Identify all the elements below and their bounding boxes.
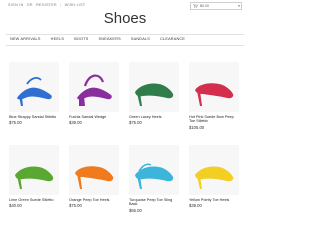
cart-total: $0.00 bbox=[200, 4, 209, 8]
product-card[interactable]: Hot Pink Suede Bow Peep Toe Stiletto $10… bbox=[189, 62, 239, 130]
product-card[interactable]: Fuchia Sandal Wedge $39.00 bbox=[69, 62, 119, 125]
product-name[interactable]: Orange Peep Toe Heels bbox=[69, 198, 119, 202]
high-heel-shoe-icon bbox=[135, 83, 174, 106]
product-card[interactable]: Green Lacey Heels $75.00 bbox=[129, 62, 179, 125]
divider: | bbox=[60, 3, 62, 7]
high-heel-shoe-icon bbox=[195, 83, 234, 106]
category-nav: NEW ARRIVALS HEELS BOOTS SNEAKERS SANDAL… bbox=[10, 37, 194, 41]
high-heel-shoe-icon bbox=[135, 163, 174, 189]
nav-item-new-arrivals[interactable]: NEW ARRIVALS bbox=[10, 37, 41, 41]
high-heel-shoe-icon bbox=[195, 166, 234, 189]
product-price: $105.00 bbox=[189, 124, 205, 130]
account-links: SIGN IN OR REGISTER | WISH LIST bbox=[8, 3, 87, 7]
product-image[interactable] bbox=[9, 62, 59, 112]
cart-button[interactable]: $0.00 ▼ bbox=[190, 2, 242, 10]
page-title: Shoes bbox=[103, 10, 147, 27]
product-card[interactable]: Lime Green Suede Stiletto $40.00 bbox=[9, 145, 59, 208]
product-image[interactable] bbox=[129, 62, 179, 112]
nav-item-clearance[interactable]: CLEARANCE bbox=[160, 37, 185, 41]
product-card[interactable]: Orange Peep Toe Heels $75.00 bbox=[69, 145, 119, 208]
sign-in-link[interactable]: SIGN IN bbox=[8, 3, 23, 7]
product-name[interactable]: Green Lacey Heels bbox=[129, 115, 179, 119]
nav-divider-top bbox=[6, 34, 244, 35]
product-price: $75.00 bbox=[9, 120, 22, 126]
or-text: OR bbox=[26, 3, 33, 7]
product-name[interactable]: Yellow Pointy Toe Heels bbox=[189, 198, 239, 202]
product-image[interactable] bbox=[189, 145, 239, 195]
register-link[interactable]: REGISTER bbox=[36, 3, 57, 7]
product-name[interactable]: Hot Pink Suede Bow Peep Toe Stiletto bbox=[189, 115, 239, 124]
product-price: $39.00 bbox=[69, 120, 82, 126]
high-heel-shoe-icon bbox=[15, 166, 54, 189]
product-card[interactable]: Yellow Pointy Toe Heels $39.00 bbox=[189, 145, 239, 208]
product-name[interactable]: Turquoise Peep Toe Sling Back bbox=[129, 198, 179, 207]
nav-item-heels[interactable]: HEELS bbox=[51, 37, 64, 41]
product-price: $75.00 bbox=[129, 120, 142, 126]
chevron-down-icon: ▼ bbox=[237, 4, 241, 8]
nav-item-sneakers[interactable]: SNEAKERS bbox=[99, 37, 121, 41]
product-price: $55.00 bbox=[129, 207, 142, 213]
product-name[interactable]: Blue Strappy Sandal Stiletto bbox=[9, 115, 59, 119]
product-image[interactable] bbox=[9, 145, 59, 195]
product-image[interactable] bbox=[129, 145, 179, 195]
nav-item-boots[interactable]: BOOTS bbox=[74, 37, 88, 41]
nav-divider-bottom bbox=[6, 45, 244, 46]
product-image[interactable] bbox=[69, 145, 119, 195]
high-heel-shoe-icon bbox=[75, 166, 114, 189]
cart-icon bbox=[193, 4, 198, 8]
wish-list-link[interactable]: WISH LIST bbox=[65, 3, 86, 7]
nav-item-sandals[interactable]: SANDALS bbox=[131, 37, 150, 41]
product-name[interactable]: Fuchia Sandal Wedge bbox=[69, 115, 119, 119]
product-price: $39.00 bbox=[189, 203, 202, 209]
high-heel-shoe-icon bbox=[77, 74, 112, 106]
product-name[interactable]: Lime Green Suede Stiletto bbox=[9, 198, 59, 202]
product-image[interactable] bbox=[189, 62, 239, 112]
product-card[interactable]: Turquoise Peep Toe Sling Back $55.00 bbox=[129, 145, 179, 213]
high-heel-shoe-icon bbox=[17, 77, 52, 106]
product-image[interactable] bbox=[69, 62, 119, 112]
product-price: $40.00 bbox=[9, 203, 22, 209]
product-card[interactable]: Blue Strappy Sandal Stiletto $75.00 bbox=[9, 62, 59, 125]
product-price: $75.00 bbox=[69, 203, 82, 209]
